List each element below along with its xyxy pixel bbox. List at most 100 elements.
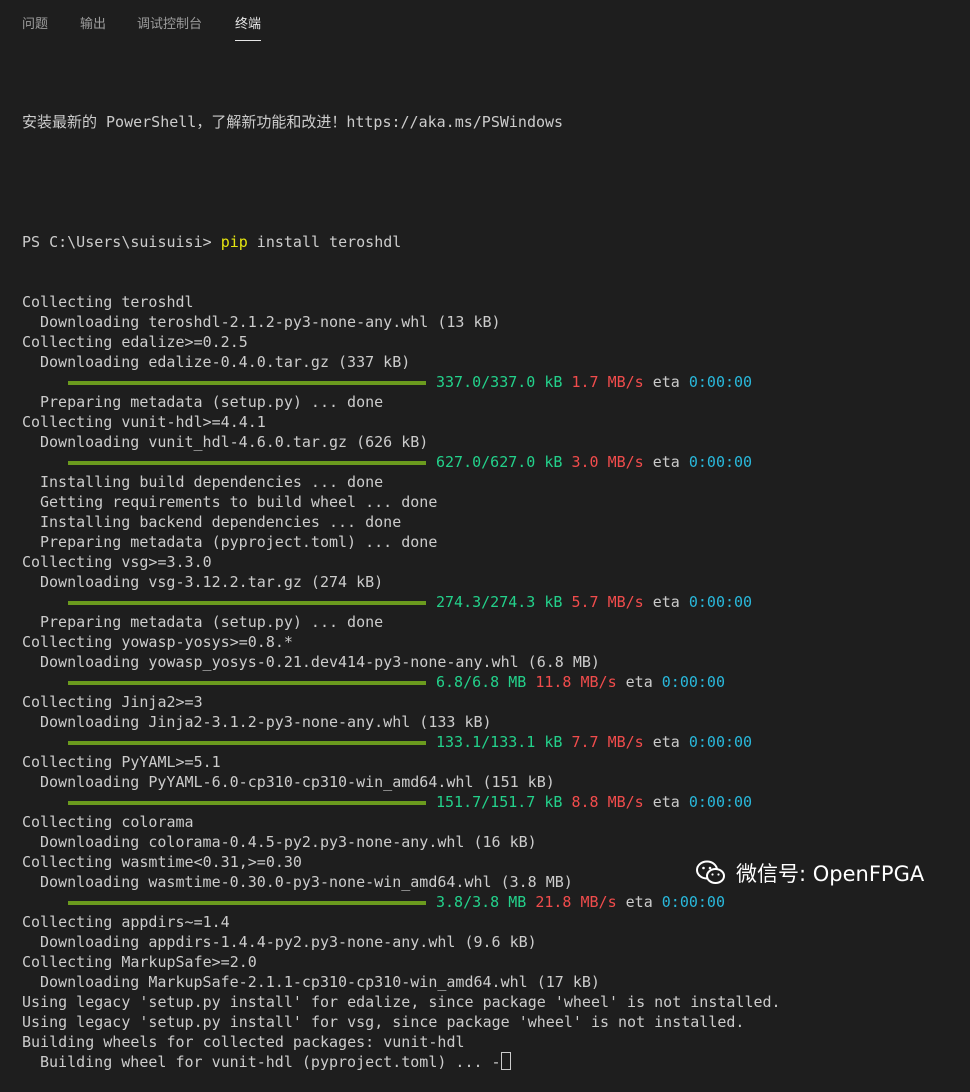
terminal-line: Getting requirements to build wheel ... … xyxy=(22,492,962,512)
terminal-line: Downloading appdirs-1.4.4-py2.py3-none-a… xyxy=(22,932,962,952)
progress-info: 6.8/6.8 MB 11.8 MB/s eta 0:00:00 xyxy=(436,672,725,692)
terminal-line-text: Collecting teroshdl xyxy=(22,293,194,311)
progress-eta-label: eta xyxy=(652,593,680,611)
terminal-lines: Collecting teroshdl Downloading teroshdl-… xyxy=(22,292,962,1072)
progress-info: 151.7/151.7 kB 8.8 MB/s eta 0:00:00 xyxy=(436,792,752,812)
terminal-line-text: Collecting colorama xyxy=(22,813,194,831)
progress-speed: 8.8 MB/s xyxy=(571,793,644,811)
progress-info: 274.3/274.3 kB 5.7 MB/s eta 0:00:00 xyxy=(436,592,752,612)
terminal-line-text: Collecting appdirs~=1.4 xyxy=(22,913,230,931)
progress-size: 3.8/3.8 MB xyxy=(436,893,527,911)
progress-bar xyxy=(68,461,426,465)
progress-speed: 3.0 MB/s xyxy=(571,453,644,471)
progress-eta-label: eta xyxy=(652,793,680,811)
progress-line: 133.1/133.1 kB 7.7 MB/s eta 0:00:00 xyxy=(22,732,962,752)
terminal-line-text: Downloading Jinja2-3.1.2-py3-none-any.wh… xyxy=(40,713,492,731)
terminal-line: Collecting appdirs~=1.4 xyxy=(22,912,962,932)
progress-line: 151.7/151.7 kB 8.8 MB/s eta 0:00:00 xyxy=(22,792,962,812)
terminal-line-text: Collecting MarkupSafe>=2.0 xyxy=(22,953,257,971)
progress-speed: 7.7 MB/s xyxy=(571,733,644,751)
terminal-line: Installing build dependencies ... done xyxy=(22,472,962,492)
terminal-line-text: Building wheel for vunit-hdl (pyproject.… xyxy=(40,1053,501,1071)
terminal-command-args: install teroshdl xyxy=(247,233,402,251)
terminal-line: Preparing metadata (pyproject.toml) ... … xyxy=(22,532,962,552)
terminal-line: Downloading PyYAML-6.0-cp310-cp310-win_a… xyxy=(22,772,962,792)
terminal-line-text: Installing build dependencies ... done xyxy=(40,473,384,491)
progress-size: 133.1/133.1 kB xyxy=(436,733,563,751)
terminal-line: Downloading colorama-0.4.5-py2.py3-none-… xyxy=(22,832,962,852)
progress-size: 627.0/627.0 kB xyxy=(436,453,563,471)
terminal-line: Using legacy 'setup.py install' for edal… xyxy=(22,992,962,1012)
progress-size: 151.7/151.7 kB xyxy=(436,793,563,811)
terminal-banner: 安装最新的 PowerShell，了解新功能和改进！https://aka.ms… xyxy=(22,113,564,131)
progress-line: 337.0/337.0 kB 1.7 MB/s eta 0:00:00 xyxy=(22,372,962,392)
terminal-line: Collecting vunit-hdl>=4.4.1 xyxy=(22,412,962,432)
terminal-command-line: PS C:\Users\suisuisi> pip install terosh… xyxy=(22,232,962,252)
terminal-line-text: Preparing metadata (setup.py) ... done xyxy=(40,393,384,411)
progress-line: 274.3/274.3 kB 5.7 MB/s eta 0:00:00 xyxy=(22,592,962,612)
terminal-line: Collecting edalize>=0.2.5 xyxy=(22,332,962,352)
terminal-line: Collecting colorama xyxy=(22,812,962,832)
progress-eta: 0:00:00 xyxy=(688,733,753,751)
tab-debug-console[interactable]: 调试控制台 xyxy=(137,16,202,34)
terminal-line-text: Using legacy 'setup.py install' for vsg,… xyxy=(22,1013,745,1031)
progress-bar xyxy=(68,681,426,685)
progress-speed: 21.8 MB/s xyxy=(535,893,617,911)
terminal-line: Building wheels for collected packages: … xyxy=(22,1032,962,1052)
terminal-line: Collecting Jinja2>=3 xyxy=(22,692,962,712)
progress-eta-label: eta xyxy=(652,453,680,471)
progress-info: 627.0/627.0 kB 3.0 MB/s eta 0:00:00 xyxy=(436,452,752,472)
terminal-line-text: Downloading vsg-3.12.2.tar.gz (274 kB) xyxy=(40,573,384,591)
terminal-line-text: Downloading colorama-0.4.5-py2.py3-none-… xyxy=(40,833,537,851)
progress-eta: 0:00:00 xyxy=(688,453,753,471)
terminal-command-name: pip xyxy=(220,233,248,251)
terminal-line-text: Downloading edalize-0.4.0.tar.gz (337 kB… xyxy=(40,353,411,371)
terminal-line-text: Collecting wasmtime<0.31,>=0.30 xyxy=(22,853,302,871)
terminal-line: Downloading Jinja2-3.1.2-py3-none-any.wh… xyxy=(22,712,962,732)
progress-size: 274.3/274.3 kB xyxy=(436,593,563,611)
terminal-line: Installing backend dependencies ... done xyxy=(22,512,962,532)
terminal-output[interactable]: 安装最新的 PowerShell，了解新功能和改进！https://aka.ms… xyxy=(22,72,962,1092)
progress-info: 3.8/3.8 MB 21.8 MB/s eta 0:00:00 xyxy=(436,892,725,912)
tab-terminal[interactable]: 终端 xyxy=(235,16,262,41)
terminal-line: Collecting MarkupSafe>=2.0 xyxy=(22,952,962,972)
progress-eta: 0:00:00 xyxy=(661,893,725,911)
progress-line: 627.0/627.0 kB 3.0 MB/s eta 0:00:00 xyxy=(22,452,962,472)
progress-eta-label: eta xyxy=(652,373,680,391)
terminal-line: Collecting teroshdl xyxy=(22,292,962,312)
progress-bar xyxy=(68,381,426,385)
terminal-line: Downloading teroshdl-2.1.2-py3-none-any.… xyxy=(22,312,962,332)
tab-output[interactable]: 输出 xyxy=(80,16,106,34)
terminal-line: Downloading vsg-3.12.2.tar.gz (274 kB) xyxy=(22,572,962,592)
terminal-line-text: Collecting vunit-hdl>=4.4.1 xyxy=(22,413,266,431)
terminal-line: Downloading vunit_hdl-4.6.0.tar.gz (626 … xyxy=(22,432,962,452)
progress-eta: 0:00:00 xyxy=(688,793,753,811)
terminal-prompt: PS C:\Users\suisuisi> xyxy=(22,233,221,251)
terminal-line-text: Installing backend dependencies ... done xyxy=(40,513,402,531)
terminal-line: Preparing metadata (setup.py) ... done xyxy=(22,612,962,632)
tab-problems[interactable]: 问题 xyxy=(22,16,48,34)
progress-bar xyxy=(68,801,426,805)
progress-speed: 5.7 MB/s xyxy=(571,593,644,611)
terminal-line-text: Preparing metadata (setup.py) ... done xyxy=(40,613,384,631)
terminal-line-text: Downloading teroshdl-2.1.2-py3-none-any.… xyxy=(40,313,501,331)
terminal-line-text: Using legacy 'setup.py install' for edal… xyxy=(22,993,781,1011)
terminal-line-text: Downloading PyYAML-6.0-cp310-cp310-win_a… xyxy=(40,773,555,791)
progress-info: 133.1/133.1 kB 7.7 MB/s eta 0:00:00 xyxy=(436,732,752,752)
terminal-line-text: Downloading MarkupSafe-2.1.1-cp310-cp310… xyxy=(40,973,600,991)
progress-eta: 0:00:00 xyxy=(688,373,753,391)
terminal-cursor xyxy=(500,1052,511,1070)
terminal-line-text: Downloading vunit_hdl-4.6.0.tar.gz (626 … xyxy=(40,433,429,451)
progress-bar xyxy=(68,901,426,905)
terminal-line-text: Downloading yowasp_yosys-0.21.dev414-py3… xyxy=(40,653,600,671)
progress-eta: 0:00:00 xyxy=(661,673,725,691)
progress-eta-label: eta xyxy=(625,673,653,691)
terminal-line: Collecting PyYAML>=5.1 xyxy=(22,752,962,772)
progress-size: 6.8/6.8 MB xyxy=(436,673,527,691)
terminal-line: Collecting yowasp-yosys>=0.8.* xyxy=(22,632,962,652)
terminal-line-text: Collecting PyYAML>=5.1 xyxy=(22,753,221,771)
progress-eta-label: eta xyxy=(625,893,653,911)
watermark-text: 微信号: OpenFPGA xyxy=(736,862,925,886)
terminal-line: Downloading yowasp_yosys-0.21.dev414-py3… xyxy=(22,652,962,672)
progress-line: 6.8/6.8 MB 11.8 MB/s eta 0:00:00 xyxy=(22,672,962,692)
